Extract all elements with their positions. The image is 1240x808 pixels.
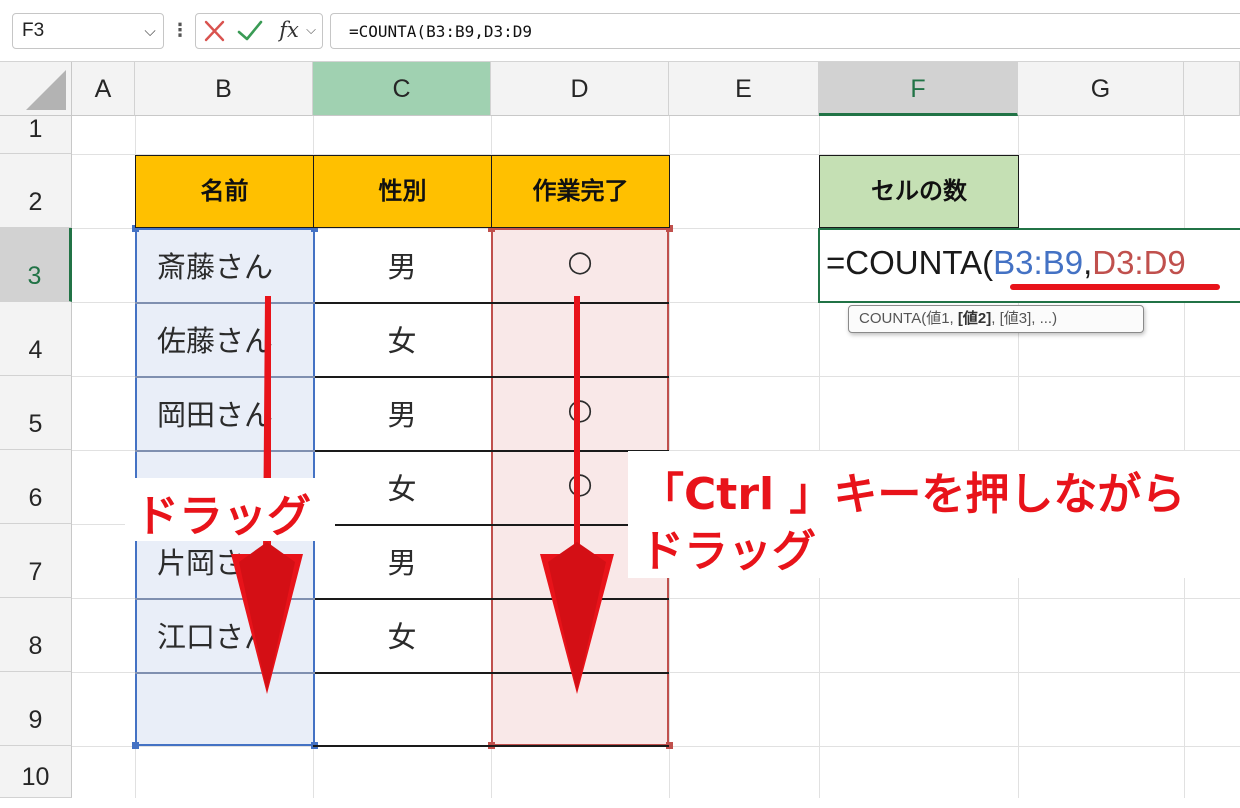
cancel-icon[interactable] bbox=[202, 17, 228, 45]
ctrl-annotation-line-2: ドラッグ bbox=[640, 526, 816, 577]
row-header-2[interactable]: 2 bbox=[0, 154, 72, 228]
formula-separator: , bbox=[1083, 244, 1093, 281]
formula-range-2: D3:D9 bbox=[1092, 244, 1186, 281]
insert-function-icon[interactable]: fx bbox=[274, 15, 304, 45]
name-box-dropdown-icon[interactable]: ⌵ bbox=[140, 16, 160, 46]
column-header-a[interactable]: A bbox=[72, 62, 135, 116]
cell-c6[interactable]: 女 bbox=[313, 466, 491, 508]
enter-check-icon[interactable] bbox=[236, 17, 264, 45]
emphasis-underline bbox=[1010, 284, 1220, 290]
tooltip-bold-arg: [値2] bbox=[957, 310, 992, 327]
column-header-h[interactable] bbox=[1184, 62, 1240, 116]
table-border bbox=[313, 745, 669, 747]
table-header-gender[interactable]: 性別 bbox=[313, 155, 492, 228]
row-header-4[interactable]: 4 bbox=[0, 302, 72, 376]
cell-c7[interactable]: 男 bbox=[313, 540, 491, 582]
table-header-name[interactable]: 名前 bbox=[135, 155, 314, 228]
formula-input[interactable]: =COUNTA(B3:B9,D3:D9 bbox=[330, 13, 1240, 49]
column-header-f[interactable]: F bbox=[819, 62, 1018, 116]
row-header-10[interactable]: 10 bbox=[0, 746, 72, 798]
column-header-e[interactable]: E bbox=[669, 62, 819, 116]
select-all-icon[interactable] bbox=[26, 70, 66, 110]
ctrl-annotation-line-1: 「Ctrl 」キーを押しながら bbox=[640, 469, 1186, 520]
table-header-done[interactable]: 作業完了 bbox=[491, 155, 670, 228]
row-header-9[interactable]: 9 bbox=[0, 672, 72, 746]
tooltip-func: COUNTA(値1, bbox=[859, 310, 958, 327]
cell-c5[interactable]: 男 bbox=[313, 392, 491, 434]
row-header-3[interactable]: 3 bbox=[0, 228, 72, 302]
cell-d3[interactable]: ○ bbox=[491, 244, 669, 278]
function-tooltip[interactable]: COUNTA(値1, [値2], [値3], ...) bbox=[848, 305, 1144, 333]
column-header-d[interactable]: D bbox=[491, 62, 669, 116]
row-header-5[interactable]: 5 bbox=[0, 376, 72, 450]
column-header-b[interactable]: B bbox=[135, 62, 313, 116]
tooltip-rest: , [値3], ...) bbox=[991, 310, 1058, 327]
formula-prefix: =COUNTA( bbox=[826, 244, 994, 281]
row-header-1[interactable]: 1 bbox=[0, 116, 72, 154]
row-header-8[interactable]: 8 bbox=[0, 598, 72, 672]
cell-b3[interactable]: 斎藤さん bbox=[157, 244, 273, 286]
drag-annotation: ドラッグ bbox=[135, 491, 311, 542]
more-options-icon[interactable]: ⋮ bbox=[171, 16, 189, 46]
column-header-c[interactable]: C bbox=[313, 62, 491, 116]
drag-arrow-icon bbox=[536, 292, 620, 696]
result-header-cell[interactable]: セルの数 bbox=[819, 155, 1019, 228]
range-handle[interactable] bbox=[132, 742, 139, 749]
row-header-7[interactable]: 7 bbox=[0, 524, 72, 598]
expand-icon[interactable]: ⌵ bbox=[302, 16, 320, 46]
cell-c8[interactable]: 女 bbox=[313, 614, 491, 656]
formula-range-1: B3:B9 bbox=[993, 244, 1084, 281]
cell-c4[interactable]: 女 bbox=[313, 318, 491, 360]
row-header-6[interactable]: 6 bbox=[0, 450, 72, 524]
cell-c3[interactable]: 男 bbox=[313, 244, 491, 286]
cell-formula-text: =COUNTA(B3:B9,D3:D9 bbox=[826, 244, 1240, 288]
column-header-g[interactable]: G bbox=[1018, 62, 1184, 116]
